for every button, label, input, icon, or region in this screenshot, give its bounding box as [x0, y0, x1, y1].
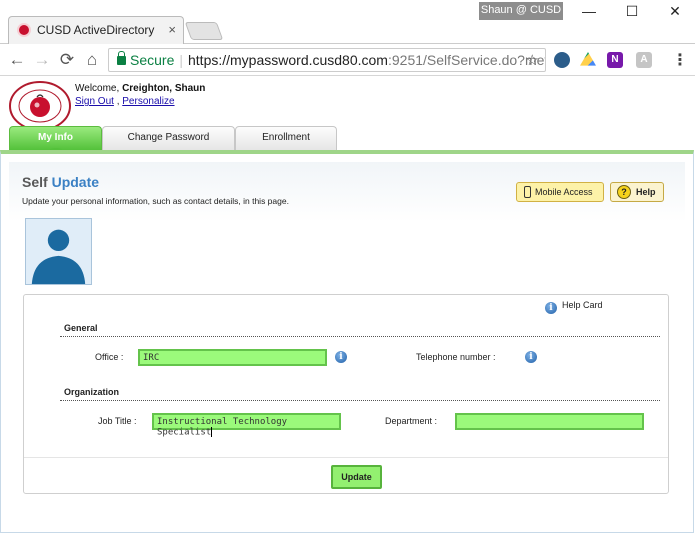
- maximize-button[interactable]: ☐: [612, 3, 652, 23]
- browser-titlebar: CUSD ActiveDirectory Pa × Shaun @ CUSD —…: [0, 0, 695, 44]
- user-avatar: [25, 218, 92, 285]
- page-title: Self Update: [22, 174, 99, 190]
- district-logo: [9, 81, 71, 131]
- site-favicon-icon: [17, 23, 31, 37]
- tab-close-icon[interactable]: ×: [168, 22, 176, 37]
- help-card-label: Help Card: [562, 300, 603, 310]
- pdf-icon[interactable]: A: [636, 52, 652, 68]
- browser-toolbar: ← → ⟳ ⌂ Secure | https://mypassword.cusd80…: [0, 44, 695, 76]
- section-general-divider: [60, 336, 660, 337]
- page-description: Update your personal information, such a…: [22, 196, 289, 206]
- user-name: Creighton, Shaun: [122, 83, 206, 94]
- url-path: :9251/SelfService.do?methc: [387, 52, 546, 68]
- help-label: Help: [636, 187, 656, 197]
- url-host: https://mypassword.cusd80.com: [188, 52, 388, 68]
- mobile-phone-icon: [524, 186, 531, 198]
- department-input[interactable]: [455, 413, 644, 430]
- job-title-label: Job Title :: [98, 416, 137, 426]
- info-icon: i: [545, 302, 557, 314]
- update-button[interactable]: Update: [331, 465, 382, 489]
- department-label: Department :: [385, 416, 438, 426]
- page: Welcome, Creighton, Shaun Sign Out , Per…: [0, 77, 695, 533]
- profile-badge[interactable]: Shaun @ CUSD: [479, 2, 563, 20]
- lock-icon: [117, 51, 126, 65]
- section-organization-title: Organization: [64, 387, 120, 397]
- help-card-link[interactable]: i Help Card: [545, 300, 603, 314]
- content-inner: Self Update Update your personal informa…: [9, 162, 685, 528]
- back-icon[interactable]: ←: [6, 49, 28, 71]
- form-footer-divider: [24, 457, 668, 458]
- address-bar[interactable]: Secure | https://mypassword.cusd80.com:925…: [108, 48, 546, 72]
- google-drive-icon[interactable]: [580, 52, 596, 66]
- job-title-input[interactable]: Instructional Technology Specialist: [152, 413, 341, 438]
- mobile-access-label: Mobile Access: [535, 187, 593, 197]
- office-input[interactable]: IRC: [138, 349, 327, 366]
- content-panel: Self Update Update your personal informa…: [0, 150, 694, 533]
- personalize-link[interactable]: Personalize: [122, 96, 174, 107]
- reload-icon[interactable]: ⟳: [56, 49, 78, 71]
- welcome-text: Welcome, Creighton, Shaun: [75, 83, 205, 94]
- mobile-access-button[interactable]: Mobile Access: [516, 182, 604, 202]
- question-icon: ?: [617, 185, 631, 199]
- browser-tab[interactable]: CUSD ActiveDirectory Pa ×: [8, 16, 184, 44]
- tab-my-info[interactable]: My Info: [9, 126, 102, 152]
- tab-enrollment[interactable]: Enrollment: [235, 126, 337, 150]
- home-icon[interactable]: ⌂: [81, 49, 103, 71]
- welcome-prefix: Welcome,: [75, 83, 123, 94]
- office-label: Office :: [95, 352, 124, 362]
- help-button[interactable]: ? Help: [610, 182, 664, 202]
- telephone-info-icon[interactable]: i: [525, 351, 537, 363]
- sign-out-link[interactable]: Sign Out: [75, 96, 114, 107]
- onenote-icon[interactable]: N: [607, 52, 623, 68]
- secure-label: Secure: [130, 52, 175, 68]
- update-form: i Help Card General Office : IRC i Teleph…: [23, 294, 669, 494]
- office-info-icon[interactable]: i: [335, 351, 347, 363]
- page-title-accent: Update: [51, 174, 100, 190]
- header-links: Sign Out , Personalize: [75, 96, 175, 107]
- tab-change-password[interactable]: Change Password: [102, 126, 235, 150]
- section-general-title: General: [64, 323, 98, 333]
- page-title-plain: Self: [22, 174, 52, 190]
- forward-icon[interactable]: →: [31, 49, 53, 71]
- bookmark-star-icon[interactable]: ☆: [526, 51, 539, 69]
- tab-title: CUSD ActiveDirectory Pa: [37, 23, 155, 37]
- section-organization-divider: [60, 400, 660, 401]
- browser-menu-icon[interactable]: ⋮: [672, 50, 688, 70]
- camera-extension-icon[interactable]: [554, 52, 570, 68]
- minimize-button[interactable]: —: [569, 3, 609, 23]
- new-tab-button[interactable]: [184, 22, 224, 40]
- telephone-label: Telephone number :: [416, 352, 496, 362]
- link-separator: ,: [116, 96, 120, 107]
- close-window-button[interactable]: ✕: [655, 3, 695, 23]
